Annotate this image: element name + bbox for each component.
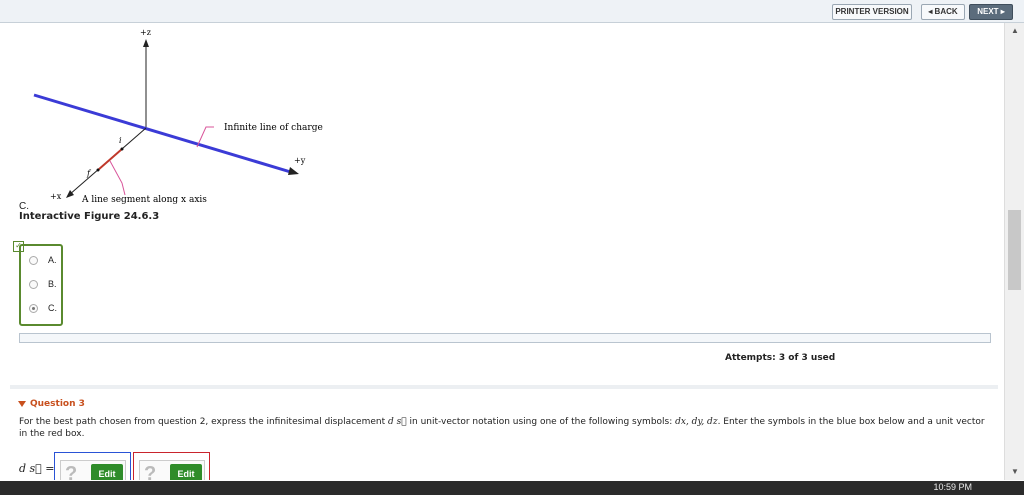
printer-version-button[interactable]: PRINTER VERSION — [832, 4, 912, 20]
radio-b[interactable] — [29, 280, 38, 289]
blue-answer-slot[interactable]: ? Edit — [60, 460, 126, 480]
segment-label-leader — [109, 160, 126, 196]
main-content: +z +y +x i f Infinite line of charge A l… — [0, 23, 1004, 480]
y-axis-label: +y — [294, 156, 306, 165]
red-edit-button[interactable]: Edit — [170, 464, 202, 480]
choice-c-label: C. — [48, 303, 57, 313]
line-segment-label: A line segment along x axis — [81, 195, 207, 205]
taskbar: 10:59 PM — [0, 481, 1024, 495]
charge-figure: +z +y +x i f Infinite line of charge A l… — [33, 28, 323, 205]
scroll-up-icon[interactable]: ▲ — [1011, 26, 1019, 35]
question-text: For the best path chosen from question 2… — [19, 416, 994, 440]
attempts-counter: Attempts: 3 of 3 used — [725, 353, 836, 363]
x-axis-label: +x — [50, 192, 62, 201]
choice-a-label: A. — [48, 255, 57, 265]
blue-answer-box: ? Edit — [54, 452, 131, 480]
next-button[interactable]: NEXT ▸ — [969, 4, 1013, 20]
question-3-section: Question 3 For the best path chosen from… — [10, 385, 998, 480]
vertical-scrollbar[interactable]: ▲ ▼ — [1004, 23, 1024, 480]
blue-placeholder: ? — [65, 463, 78, 480]
radio-c[interactable] — [29, 304, 38, 313]
scroll-down-icon[interactable]: ▼ — [1011, 467, 1019, 476]
back-button[interactable]: ◂ BACK — [921, 4, 965, 20]
infinite-charge-line — [33, 93, 295, 175]
question-ds-symbol: d s⃗ — [387, 417, 407, 427]
blue-edit-button[interactable]: Edit — [91, 464, 123, 480]
question-title[interactable]: Question 3 — [18, 399, 85, 409]
top-toolbar: PRINTER VERSION ◂ BACK NEXT ▸ — [0, 0, 1024, 23]
radio-a[interactable] — [29, 256, 38, 265]
point-i-label: i — [119, 136, 122, 145]
feedback-bar — [19, 333, 991, 343]
ds-equation-label: d s⃗ = — [19, 462, 55, 475]
point-i-marker — [120, 147, 124, 151]
question-text-2: in unit-vector notation using one of the… — [406, 417, 676, 427]
answer-choices: A. B. C. — [19, 244, 63, 326]
choice-b-label: B. — [48, 279, 57, 289]
scrollbar-thumb[interactable] — [1008, 210, 1021, 290]
collapse-triangle-icon[interactable] — [18, 400, 26, 407]
figure-title: Interactive Figure 24.6.3 — [19, 211, 160, 222]
red-answer-slot[interactable]: ? Edit — [139, 460, 205, 480]
z-arrow-icon — [143, 39, 149, 47]
y-arrow-icon — [288, 167, 299, 175]
taskbar-clock: 10:59 PM — [933, 482, 972, 492]
line-segment — [97, 148, 123, 171]
question-title-text: Question 3 — [30, 399, 85, 409]
infinite-line-label: Infinite line of charge — [224, 123, 323, 133]
question-symbols: dx, dy, dz — [675, 417, 718, 427]
z-axis-label: +z — [140, 28, 151, 37]
question-text-1: For the best path chosen from question 2… — [19, 417, 388, 427]
point-f-marker — [96, 168, 100, 172]
red-answer-box: ? Edit — [133, 452, 210, 480]
red-placeholder: ? — [144, 463, 157, 480]
point-f-label: f — [86, 169, 92, 178]
